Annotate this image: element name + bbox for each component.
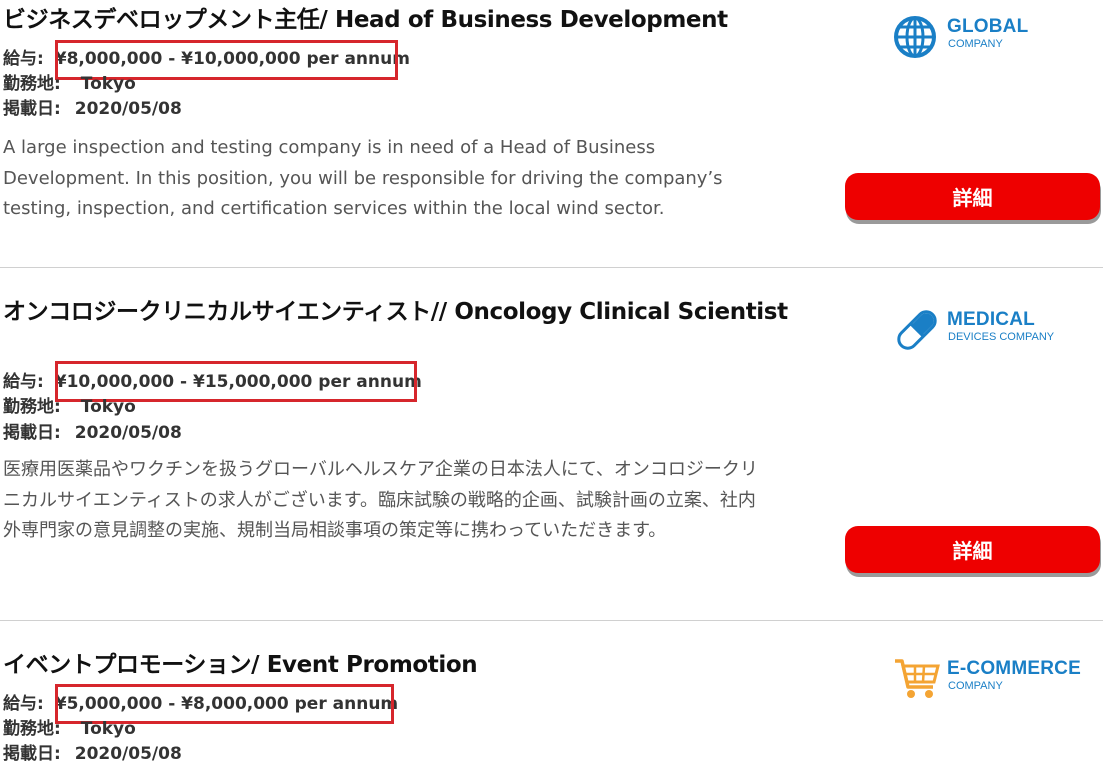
shopping-cart-icon — [895, 659, 940, 698]
posted-value: 2020/05/08 — [74, 744, 182, 764]
location-label: 勤務地: — [3, 719, 61, 739]
job-description: 医療用医薬品やワクチンを扱うグローバルヘルスケア企業の日本法人にて、オンコロジー… — [3, 459, 758, 541]
location-row: 勤務地: Tokyo — [3, 73, 136, 95]
salary-label: 給与: — [3, 49, 44, 69]
location-label: 勤務地: — [3, 74, 61, 94]
posted-value: 2020/05/08 — [74, 99, 182, 119]
company-type-subtitle: COMPANY — [948, 680, 1003, 692]
location-label: 勤務地: — [3, 397, 61, 417]
job-title[interactable]: オンコロジークリニカルサイエンティスト// Oncology Clinical … — [3, 297, 793, 328]
posted-label: 掲載日: — [3, 744, 61, 764]
job-listing: ビジネスデベロップメント主任/ Head of Business Develop… — [0, 0, 1117, 268]
company-logo: GLOBAL COMPANY — [893, 13, 1113, 63]
salary-label: 給与: — [3, 372, 44, 392]
location-value: Tokyo — [80, 397, 136, 417]
posted-row: 掲載日: 2020/05/08 — [3, 422, 182, 444]
detail-button[interactable]: 詳細 — [845, 526, 1100, 573]
posted-label: 掲載日: — [3, 423, 61, 443]
job-description: A large inspection and testing company i… — [3, 137, 723, 219]
location-row: 勤務地: Tokyo — [3, 396, 136, 418]
company-logo: E-COMMERCE COMPANY — [893, 655, 1113, 705]
job-title[interactable]: イベントプロモーション/ Event Promotion — [3, 650, 793, 681]
job-title[interactable]: ビジネスデベロップメント主任/ Head of Business Develop… — [3, 5, 793, 36]
location-row: 勤務地: Tokyo — [3, 718, 136, 740]
capsule-icon — [897, 310, 937, 350]
posted-label: 掲載日: — [3, 99, 61, 119]
company-type-subtitle: DEVICES COMPANY — [948, 331, 1055, 343]
posted-row: 掲載日: 2020/05/08 — [3, 743, 182, 765]
company-type-title: MEDICAL — [947, 309, 1035, 330]
posted-row: 掲載日: 2020/05/08 — [3, 98, 182, 120]
detail-button[interactable]: 詳細 — [845, 173, 1100, 220]
company-type-title: E-COMMERCE — [947, 658, 1081, 679]
company-logo: MEDICAL DEVICES COMPANY — [893, 306, 1113, 356]
job-listing: イベントプロモーション/ Event Promotion 給与: ¥5,000,… — [0, 621, 1117, 766]
location-value: Tokyo — [80, 719, 136, 739]
company-type-subtitle: COMPANY — [948, 38, 1003, 50]
globe-icon — [894, 16, 936, 58]
company-type-title: GLOBAL — [947, 16, 1029, 37]
posted-value: 2020/05/08 — [74, 423, 182, 443]
job-listing: オンコロジークリニカルサイエンティスト// Oncology Clinical … — [0, 268, 1117, 620]
location-value: Tokyo — [80, 74, 136, 94]
salary-label: 給与: — [3, 694, 44, 714]
